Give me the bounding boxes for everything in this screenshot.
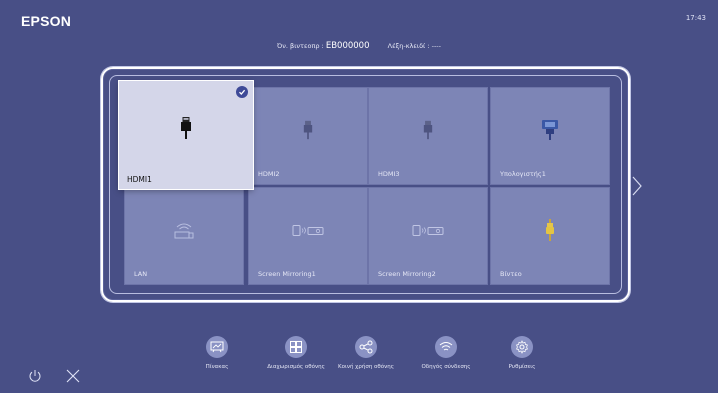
projector-name-label: Όν. βιντεοπρ : [277,42,324,50]
dock-label: Οδηγός σύνδεσης [421,364,471,370]
source-label: HDMI3 [378,170,400,178]
settings-button[interactable]: Ρυθμίσεις [482,336,562,370]
source-tile-computer1[interactable]: Υπολογιστής1 [490,87,610,185]
keyword-value: ---- [431,42,441,50]
screen-share-button[interactable]: Κοινή χρήση οθόνης [326,336,406,370]
source-label: Screen Mirroring2 [378,270,436,278]
hdmi-icon [303,120,313,144]
dock-label: Κοινή χρήση οθόνης [338,364,394,370]
source-label: Υπολογιστής1 [500,170,546,178]
split-screen-icon [285,336,307,358]
source-label: HDMI2 [258,170,280,178]
source-tile-hdmi1[interactable]: HDMI1 [119,81,253,189]
whiteboard-icon [206,336,228,358]
wireless-icon [435,336,457,358]
screen-mirroring-icon [292,223,324,242]
hdmi-icon [423,120,433,144]
source-tile-video[interactable]: Βίντεο [490,187,610,285]
connection-guide-button[interactable]: Οδηγός σύνδεσης [406,336,486,370]
source-tile-screen-mirroring1[interactable]: Screen Mirroring1 [248,187,368,285]
share-icon [355,336,377,358]
chevron-right-icon[interactable] [632,176,642,200]
source-tile-hdmi2[interactable]: HDMI2 [248,87,368,185]
source-tile-hdmi3[interactable]: HDMI3 [368,87,488,185]
source-label: LAN [134,270,148,278]
clock: 17:43 [685,14,706,22]
screen-mirroring-icon [412,223,444,242]
split-screen-button[interactable]: Διαχωρισμός οθόνης [256,336,336,370]
projector-name: EB000000 [325,41,370,51]
epson-logo: EPSON [21,13,72,29]
source-tile-screen-mirroring2[interactable]: Screen Mirroring2 [368,187,488,285]
source-label: Βίντεο [500,270,522,278]
whiteboard-button[interactable]: Πίνακας [177,336,257,370]
dock-label: Πίνακας [205,364,229,370]
rca-video-icon [545,219,555,245]
source-tile-lan[interactable]: LAN [124,187,244,285]
source-label: HDMI1 [127,175,152,184]
keyword-label: Λέξη-κλειδί : [387,42,430,50]
power-icon [29,370,41,382]
source-label: Screen Mirroring1 [258,270,316,278]
gear-icon [511,336,533,358]
lan-icon [174,221,194,243]
selected-check-icon [236,86,248,98]
dock-label: Διαχωρισμός οθόνης [267,364,325,370]
vga-connector-icon [541,120,559,144]
close-button[interactable] [66,368,80,387]
close-icon [66,369,80,383]
power-button[interactable] [28,368,42,387]
projector-info-bar: Όν. βιντεοπρ : EB000000 Λέξη-κλειδί : --… [0,41,718,51]
hdmi-icon [180,116,192,143]
dock-label: Ρυθμίσεις [508,364,536,370]
